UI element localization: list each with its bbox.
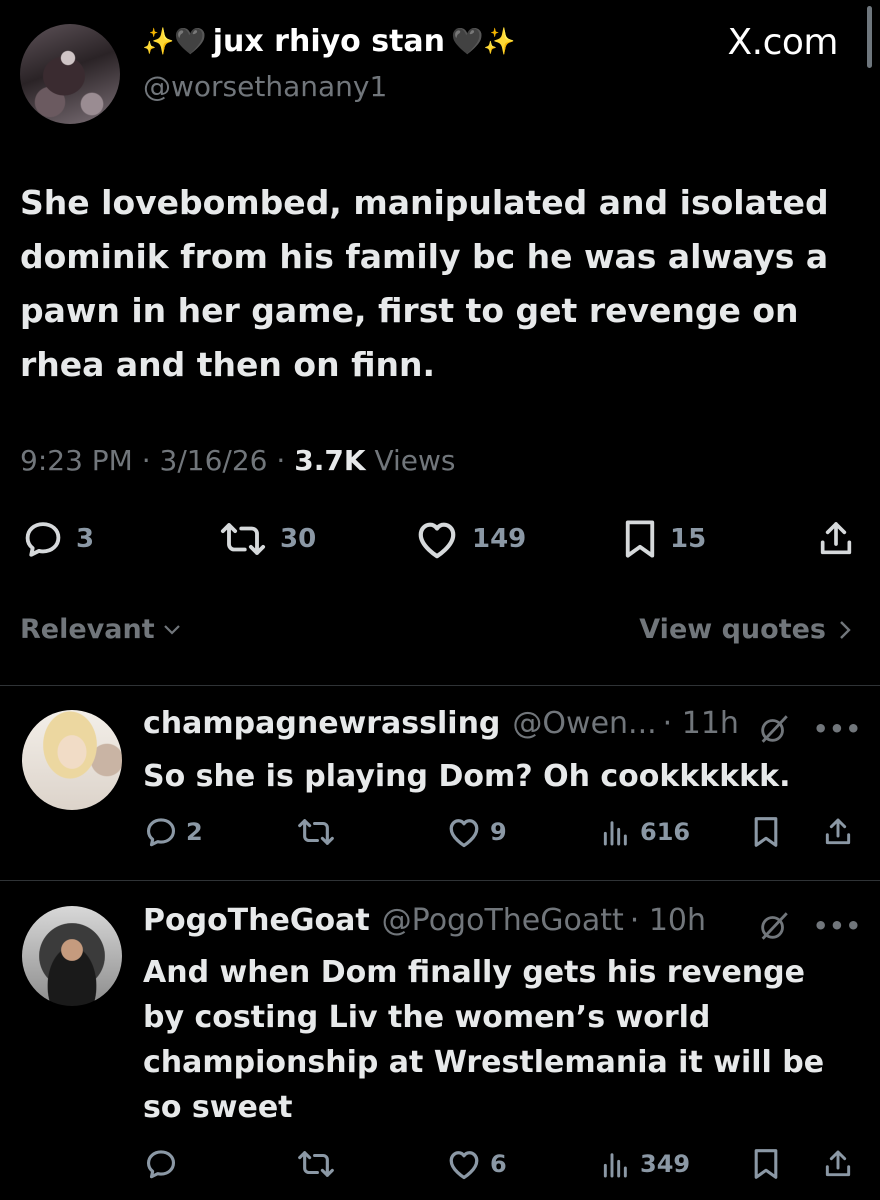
reply-reply-button[interactable]	[144, 1147, 186, 1181]
site-watermark: X.com	[727, 22, 839, 63]
repost-button[interactable]: 30	[218, 518, 316, 560]
chevron-right-icon	[840, 620, 851, 639]
reply-display-name[interactable]: PogoTheGoat	[143, 903, 370, 938]
share-icon	[825, 1150, 851, 1177]
reply-count: 3	[76, 524, 95, 554]
divider	[0, 880, 880, 881]
reply-like-button[interactable]: 9	[446, 815, 507, 849]
author-name-row[interactable]: ✨🖤 jux rhiyo stan 🖤✨	[142, 24, 516, 59]
reply-header: PogoTheGoat @PogoTheGoatt · 10h	[143, 903, 706, 938]
reply-menu-group: •••	[757, 909, 862, 943]
divider	[0, 685, 880, 686]
like-count: 149	[472, 524, 527, 554]
reply-share-button[interactable]	[822, 815, 854, 849]
sort-replies-dropdown[interactable]: Relevant	[20, 614, 181, 645]
repost-count: 30	[280, 524, 317, 554]
sort-label: Relevant	[20, 614, 155, 645]
reply-repost-button[interactable]	[296, 1147, 344, 1181]
view-quotes-label: View quotes	[639, 614, 826, 645]
reply-share-button[interactable]	[822, 1147, 854, 1181]
like-button[interactable]: 149	[414, 518, 526, 560]
views-count: 616	[640, 818, 691, 846]
name-decoration-left: ✨🖤	[142, 26, 207, 57]
reply-text: And when Dom finally gets his revenge by…	[143, 955, 825, 1125]
reply-text: So she is playing Dom? Oh cookkkkkk.	[143, 759, 791, 794]
reply-reply-button[interactable]: 2	[144, 815, 203, 849]
name-decoration-right: 🖤✨	[451, 26, 516, 57]
reply-repost-button[interactable]	[296, 815, 344, 849]
tweet-text: She lovebombed, manipulated and isolated…	[20, 183, 829, 384]
reply-handle[interactable]: @Owen...	[512, 706, 656, 741]
share-button[interactable]	[816, 518, 856, 560]
repost-icon	[298, 819, 334, 845]
repost-icon	[298, 1151, 334, 1177]
reply-icon	[146, 818, 176, 847]
reply-like-button[interactable]: 6	[446, 1147, 507, 1181]
tweet-date[interactable]: 3/16/26	[160, 444, 268, 477]
bookmark-button[interactable]: 15	[622, 518, 706, 560]
like-count: 9	[490, 818, 507, 846]
scrollbar[interactable]	[867, 6, 872, 68]
grok-icon[interactable]	[757, 712, 791, 746]
bookmark-count: 15	[670, 524, 707, 554]
views-label: Views	[374, 444, 456, 477]
views-icon	[603, 1153, 627, 1178]
like-icon	[418, 522, 456, 559]
reply-icon	[146, 1150, 176, 1179]
reply-bookmark-button[interactable]	[752, 815, 780, 849]
author-handle[interactable]: @worsethanany1	[143, 70, 387, 103]
meta-separator: ·	[141, 444, 151, 477]
bookmark-icon	[754, 817, 778, 847]
tweet-action-bar: 3 30 149 15	[0, 518, 880, 562]
reply-icon	[25, 522, 61, 557]
chevron-down-icon	[163, 624, 180, 635]
reply-handle[interactable]: @PogoTheGoatt	[382, 903, 624, 938]
share-icon	[820, 522, 852, 555]
reply-count: 2	[186, 818, 203, 846]
author-avatar[interactable]	[20, 24, 120, 124]
reply-header: champagnewrassling @Owen... · 11h	[143, 706, 739, 741]
author-display-name[interactable]: jux rhiyo stan	[213, 24, 445, 59]
reply-age[interactable]: · 10h	[630, 903, 706, 938]
share-icon	[825, 818, 851, 845]
grok-icon[interactable]	[757, 909, 791, 943]
meta-separator: ·	[276, 444, 286, 477]
reply-age[interactable]: · 11h	[663, 706, 739, 741]
bookmark-icon	[625, 520, 655, 558]
reply-menu-group: •••	[757, 712, 862, 746]
more-options-icon[interactable]: •••	[813, 912, 862, 940]
like-count: 6	[490, 1150, 507, 1178]
view-quotes-link[interactable]: View quotes	[639, 614, 852, 645]
reply-display-name[interactable]: champagnewrassling	[143, 706, 500, 741]
tweet-meta: 9:23 PM · 3/16/26 · 3.7K Views	[20, 444, 455, 477]
like-icon	[449, 1151, 479, 1180]
like-icon	[449, 819, 479, 848]
views-icon	[603, 821, 627, 846]
tweet-time[interactable]: 9:23 PM	[20, 444, 133, 477]
reply-bookmark-button[interactable]	[752, 1147, 780, 1181]
reply-avatar[interactable]	[22, 710, 122, 810]
bookmark-icon	[754, 1149, 778, 1179]
reply-avatar[interactable]	[22, 906, 122, 1006]
repost-icon	[220, 523, 266, 555]
reply-views-button[interactable]: 616	[600, 815, 690, 849]
more-options-icon[interactable]: •••	[813, 715, 862, 743]
reply-views-button[interactable]: 349	[600, 1147, 690, 1181]
reply-button[interactable]: 3	[22, 518, 94, 560]
views-count: 349	[640, 1150, 691, 1178]
views-count: 3.7K	[294, 444, 366, 477]
